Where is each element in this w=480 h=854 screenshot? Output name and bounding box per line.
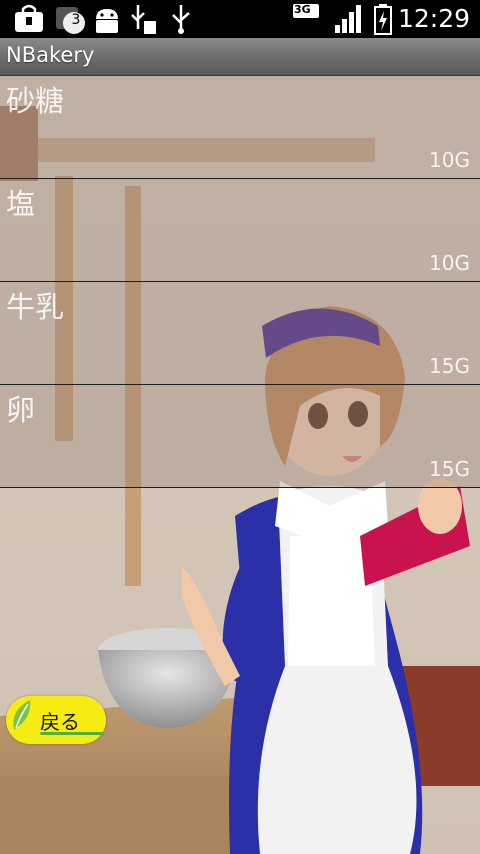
ingredient-name: 砂糖 bbox=[6, 84, 65, 118]
ingredient-name: 牛乳 bbox=[6, 290, 65, 324]
ingredient-name: 卵 bbox=[6, 393, 36, 427]
ingredient-quantity: 15G bbox=[429, 457, 470, 481]
signal-icon bbox=[335, 5, 361, 33]
back-button-label: 戻る bbox=[40, 710, 80, 734]
list-item[interactable]: 牛乳 15G bbox=[0, 282, 480, 385]
ingredient-quantity: 10G bbox=[429, 148, 470, 172]
usb-icon bbox=[172, 5, 190, 34]
list-item[interactable]: 砂糖 10G bbox=[0, 76, 480, 179]
network-3g-icon: 3G bbox=[293, 3, 319, 18]
usb-sd-icon bbox=[131, 5, 156, 34]
network-label: 3G bbox=[294, 3, 311, 16]
battery-icon bbox=[374, 4, 392, 35]
ingredient-list: 砂糖 10G 塩 10G 牛乳 15G 卵 15G bbox=[0, 76, 480, 488]
list-item[interactable]: 卵 15G bbox=[0, 385, 480, 488]
status-bar: 3 3G 12:29 bbox=[0, 0, 480, 38]
back-button[interactable]: 戻る bbox=[6, 696, 106, 744]
clock: 12:29 bbox=[397, 4, 470, 33]
back-button-underline bbox=[40, 732, 104, 735]
list-item[interactable]: 塩 10G bbox=[0, 179, 480, 282]
android-debug-icon bbox=[96, 9, 118, 33]
shopping-bag-icon bbox=[15, 4, 43, 32]
ingredient-quantity: 10G bbox=[429, 251, 470, 275]
leaf-icon bbox=[13, 700, 31, 730]
ingredient-quantity: 15G bbox=[429, 354, 470, 378]
app-title-bar: NBakery bbox=[0, 38, 480, 76]
ingredient-name: 塩 bbox=[6, 187, 36, 221]
notification-count: 3 bbox=[71, 12, 81, 28]
app-title: NBakery bbox=[6, 43, 95, 67]
